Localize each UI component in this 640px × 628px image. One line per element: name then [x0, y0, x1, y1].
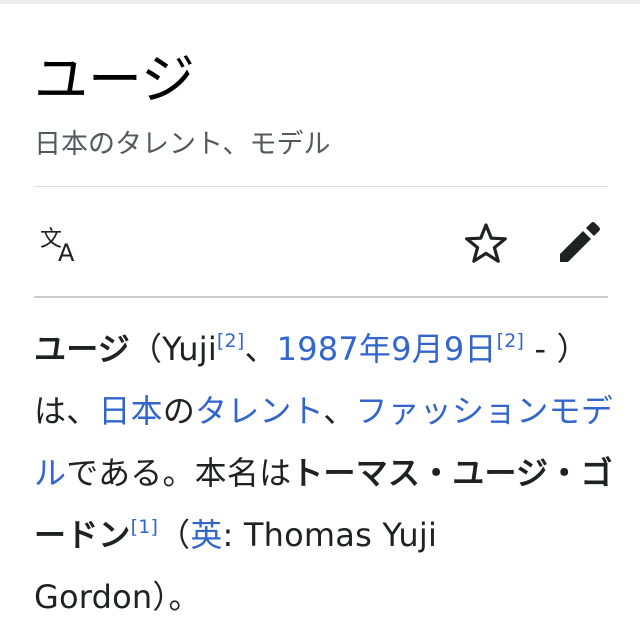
reference-2b[interactable]: [2] — [497, 330, 525, 352]
title-divider — [34, 186, 608, 187]
reference-link-1[interactable]: [1] — [131, 516, 159, 538]
reference-link-2b[interactable]: [2] — [497, 330, 525, 352]
separator-2: 、 — [323, 392, 356, 430]
particle-no: の — [162, 392, 196, 430]
body-text: である。本名は — [66, 454, 292, 492]
article-subject: ユージ — [34, 330, 130, 368]
edit-pencil-icon[interactable] — [556, 220, 602, 266]
page-description: 日本のタレント、モデル — [34, 129, 331, 160]
star-icon[interactable] — [464, 222, 508, 266]
link-japan[interactable]: 日本 — [98, 392, 162, 430]
link-english[interactable]: 英 — [190, 516, 222, 554]
birth-date-link[interactable]: 1987年9月9日 — [277, 330, 497, 368]
page-title: ユージ — [34, 48, 195, 111]
paren-open: （ — [129, 330, 163, 368]
lead-paragraph: ユージ（Yuji[2]、1987年9月9日[2] - ）は、日本のタレント、ファ… — [34, 318, 614, 628]
reference-2a[interactable]: [2] — [217, 330, 245, 352]
paren-open-2: （ — [158, 516, 191, 554]
toolbar-divider — [34, 296, 608, 298]
reference-link-2a[interactable]: [2] — [217, 330, 245, 352]
link-talent[interactable]: タレント — [195, 392, 323, 430]
top-border — [0, 0, 640, 4]
language-icon[interactable]: 文 A — [38, 222, 86, 264]
separator-1: 、 — [244, 330, 277, 368]
reference-1[interactable]: [1] — [131, 516, 159, 538]
svg-text:A: A — [58, 239, 75, 264]
latin-name: Yuji — [162, 330, 217, 368]
